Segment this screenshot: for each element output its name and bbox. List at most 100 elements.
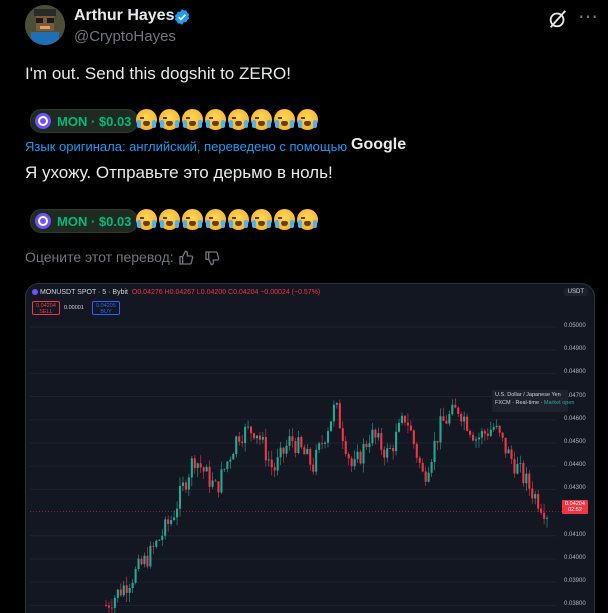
candle-body — [137, 558, 140, 570]
candle-body — [187, 477, 190, 490]
candle-body — [424, 471, 427, 482]
candle-body — [161, 535, 164, 540]
candle-body — [534, 494, 537, 499]
author-handle[interactable]: @CryptoHayes — [74, 28, 176, 45]
candle-body — [146, 555, 149, 567]
candle-body — [173, 517, 176, 520]
cashtag-label: MON · $0.03 — [57, 113, 132, 129]
y-tick-label: 0.04600 — [564, 415, 586, 422]
loudly-crying-face-emoji — [228, 109, 249, 130]
loudly-crying-face-emoji — [228, 209, 249, 230]
loudly-crying-face-emoji — [297, 109, 318, 130]
candle-body — [131, 582, 134, 589]
candle-body — [510, 449, 513, 459]
candle-body — [116, 589, 119, 598]
candle-body — [380, 433, 383, 450]
candle-body — [190, 458, 193, 478]
candle-body — [226, 461, 229, 469]
candle-body — [267, 459, 270, 461]
y-tick-label: 0.04800 — [564, 369, 586, 376]
candle-body — [406, 422, 409, 426]
candle-body — [386, 448, 389, 458]
candle-body — [457, 407, 460, 415]
candle-body — [412, 430, 415, 445]
candle-body — [332, 404, 335, 422]
emoji-row — [136, 209, 318, 230]
candle-body — [430, 462, 433, 473]
candle-body — [353, 459, 356, 467]
candle-body — [128, 588, 131, 593]
candle-body — [184, 482, 187, 490]
candle-body — [300, 437, 303, 448]
candle-body — [149, 545, 152, 567]
candle-body — [229, 459, 232, 462]
grok-icon[interactable] — [547, 8, 569, 30]
chart-image[interactable]: MONUSDT SPOT · 5 · Bybit O0.04276 H0.042… — [25, 283, 595, 613]
candle-body — [315, 449, 318, 472]
candle-body — [454, 404, 457, 408]
candle-body — [164, 519, 167, 536]
y-tick-label: 0.04300 — [564, 485, 586, 492]
candle-body — [347, 454, 350, 459]
thumbs-up-icon[interactable] — [178, 250, 194, 266]
candle-body — [113, 597, 116, 608]
more-icon[interactable]: ⋯ — [578, 4, 599, 29]
avatar[interactable] — [25, 5, 65, 45]
candle-body — [504, 437, 507, 454]
candle-body — [400, 415, 404, 423]
candle-body — [344, 441, 347, 455]
candle-body — [418, 457, 421, 463]
y-tick-label: 0.04500 — [564, 438, 586, 445]
y-tick-label: 0.05000 — [564, 322, 586, 329]
candle-body — [264, 436, 267, 461]
candle-body — [125, 585, 128, 593]
current-candle-time: 02:52 — [568, 507, 582, 513]
tweet-text-original: I'm out. Send this dogshit to ZERO! — [25, 64, 291, 83]
loudly-crying-face-emoji — [159, 209, 180, 230]
candle-body — [309, 448, 312, 465]
candle-body — [261, 436, 264, 440]
candle-body — [403, 415, 406, 423]
candle-body — [377, 433, 380, 438]
google-logo: Google — [351, 136, 407, 153]
cashtag-chip[interactable]: MON · $0.03 — [30, 209, 139, 233]
candle-body — [288, 436, 291, 446]
loudly-crying-face-emoji — [136, 109, 157, 130]
candle-body — [178, 485, 182, 509]
cashtag-chip[interactable]: MON · $0.03 — [30, 109, 139, 133]
candle-body — [110, 607, 113, 609]
candle-body — [193, 458, 196, 469]
token-coin-icon — [35, 213, 51, 229]
candle-body — [469, 430, 472, 435]
candle-body — [489, 429, 492, 436]
candle-body — [392, 448, 395, 452]
author-name[interactable]: Arthur Hayes — [74, 7, 174, 25]
candle-body — [104, 605, 108, 607]
candle-body — [181, 482, 184, 486]
candle-body — [374, 429, 377, 438]
candle-body — [501, 432, 504, 438]
tooltip-source: FXCM · Real-time · — [495, 400, 543, 406]
candle-body — [170, 519, 173, 525]
candle-body — [235, 436, 238, 454]
loudly-crying-face-emoji — [297, 209, 318, 230]
loudly-crying-face-emoji — [182, 209, 203, 230]
candle-body — [486, 433, 489, 436]
candle-body — [167, 519, 170, 525]
candle-body — [516, 463, 519, 474]
translation-note[interactable]: Язык оригинала: английский, переведено с… — [25, 139, 347, 154]
candle-body — [463, 416, 466, 422]
thumbs-down-icon[interactable] — [204, 250, 220, 266]
candle-body — [270, 459, 273, 468]
candle-body — [483, 431, 486, 434]
candle-body — [442, 416, 445, 421]
candle-body — [519, 463, 522, 464]
candle-body — [143, 555, 146, 565]
candle-body — [107, 605, 110, 608]
candle-body — [199, 463, 202, 468]
cashtag-label: MON · $0.03 — [57, 213, 132, 229]
candle-body — [480, 431, 483, 438]
candle-body — [155, 540, 158, 547]
candle-body — [196, 463, 199, 469]
token-coin-icon — [35, 113, 51, 129]
